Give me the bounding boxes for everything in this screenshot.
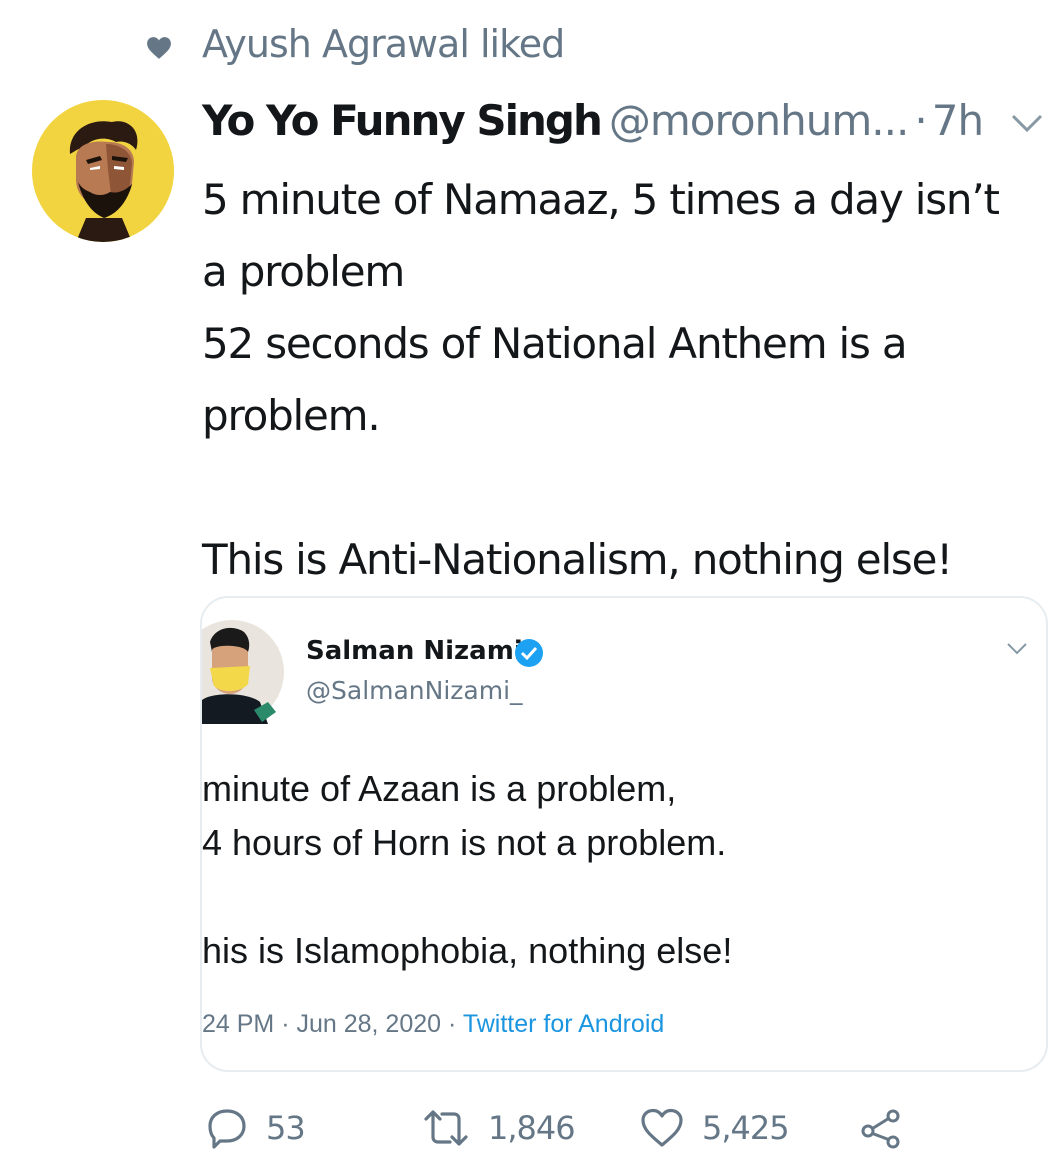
chevron-down-icon[interactable] [1010, 112, 1044, 134]
verified-badge-icon [515, 639, 543, 667]
quoted-handle[interactable]: @SalmanNizami_ [306, 676, 523, 705]
quoted-avatar[interactable] [202, 618, 284, 724]
quoted-metadata: 24 PM · Jun 28, 2020 · Twitter for Andro… [202, 1010, 664, 1039]
share-button[interactable] [860, 1100, 902, 1156]
reply-icon [208, 1109, 246, 1149]
separator-dot: · [914, 96, 928, 145]
avatar[interactable] [32, 100, 174, 242]
heart-icon [147, 37, 171, 59]
quoted-timestamp[interactable]: 24 PM · Jun 28, 2020 · [202, 1010, 463, 1038]
tweet-line: This is Anti-Nationalism, nothing else! [202, 535, 953, 584]
quoted-line: 4 hours of Horn is not a problem. [202, 822, 727, 863]
tweet-text: 5 minute of Namaaz, 5 times a day isn’t … [202, 164, 1042, 596]
reply-button[interactable]: 53 [206, 1100, 306, 1156]
like-button[interactable]: 5,425 [640, 1100, 790, 1156]
quoted-display-name[interactable]: Salman Nizami [306, 636, 523, 666]
reply-count: 53 [266, 1109, 306, 1147]
display-name[interactable]: Yo Yo Funny Singh [202, 96, 603, 145]
retweet-icon [424, 1110, 468, 1146]
quoted-line: minute of Azaan is a problem, [202, 768, 677, 809]
tweet-header: Yo Yo Funny Singh @moronhum... ·7h [202, 96, 1052, 154]
heart-icon [641, 1108, 683, 1147]
retweet-count: 1,846 [488, 1109, 576, 1147]
user-handle[interactable]: @moronhum... [609, 96, 909, 145]
like-count: 5,425 [702, 1109, 790, 1147]
quoted-tweet-card[interactable]: Salman Nizami @SalmanNizami_ minute of A… [200, 596, 1048, 1072]
quoted-source-link[interactable]: Twitter for Android [463, 1010, 664, 1038]
avatar-illustration [32, 100, 174, 242]
chevron-down-icon[interactable] [1006, 642, 1028, 656]
tweet-line: a problem [202, 247, 405, 296]
tweet-time[interactable]: 7h [932, 96, 984, 145]
tweet-line: 52 seconds of National Anthem is a [202, 319, 908, 368]
tweet-line: problem. [202, 391, 381, 440]
social-context-text: Ayush Agrawal liked [202, 22, 565, 66]
quoted-tweet-text: minute of Azaan is a problem, 4 hours of… [202, 762, 1022, 978]
action-bar: 53 1,846 5,425 [200, 1100, 920, 1156]
quoted-line: his is Islamophobia, nothing else! [202, 930, 733, 971]
share-icon [861, 1109, 900, 1149]
retweet-button[interactable]: 1,846 [422, 1100, 576, 1156]
tweet-line: 5 minute of Namaaz, 5 times a day isn’t [202, 175, 1000, 224]
